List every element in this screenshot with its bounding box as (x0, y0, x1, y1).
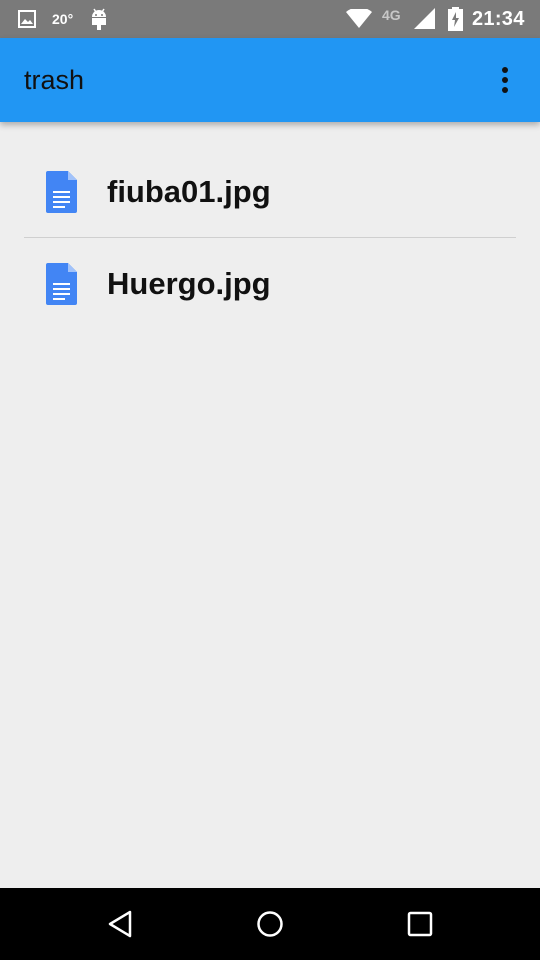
back-icon (108, 910, 132, 938)
file-list-item[interactable]: fiuba01.jpg (24, 146, 516, 238)
app-bar: trash (0, 38, 540, 122)
status-bar: 20° 4G 21:34 (0, 0, 540, 38)
screen: 20° 4G 21:34 trash fiuba01.jpg Huergo.jp… (0, 0, 540, 960)
overflow-menu-button[interactable] (490, 60, 520, 100)
android-icon (89, 0, 109, 38)
file-name: Huergo.jpg (107, 266, 271, 301)
document-icon (46, 171, 77, 213)
file-list: fiuba01.jpg Huergo.jpg (0, 122, 540, 330)
home-button[interactable] (250, 904, 290, 944)
recents-icon (407, 911, 433, 937)
wifi-icon (346, 0, 372, 38)
temperature-text: 20° (52, 11, 74, 27)
battery-charging-icon (448, 0, 463, 38)
back-button[interactable] (100, 904, 140, 944)
signal-icon (414, 0, 436, 38)
page-title: trash (24, 65, 85, 95)
clock-text: 21:34 (472, 7, 525, 30)
recents-button[interactable] (400, 904, 440, 944)
more-vert-icon (502, 67, 508, 93)
file-name: fiuba01.jpg (107, 174, 271, 209)
navigation-bar (0, 888, 540, 960)
image-notification-icon (18, 0, 36, 38)
home-icon (257, 911, 283, 937)
document-icon (46, 263, 77, 305)
file-list-item[interactable]: Huergo.jpg (24, 238, 516, 330)
network-type-text: 4G (382, 7, 401, 23)
